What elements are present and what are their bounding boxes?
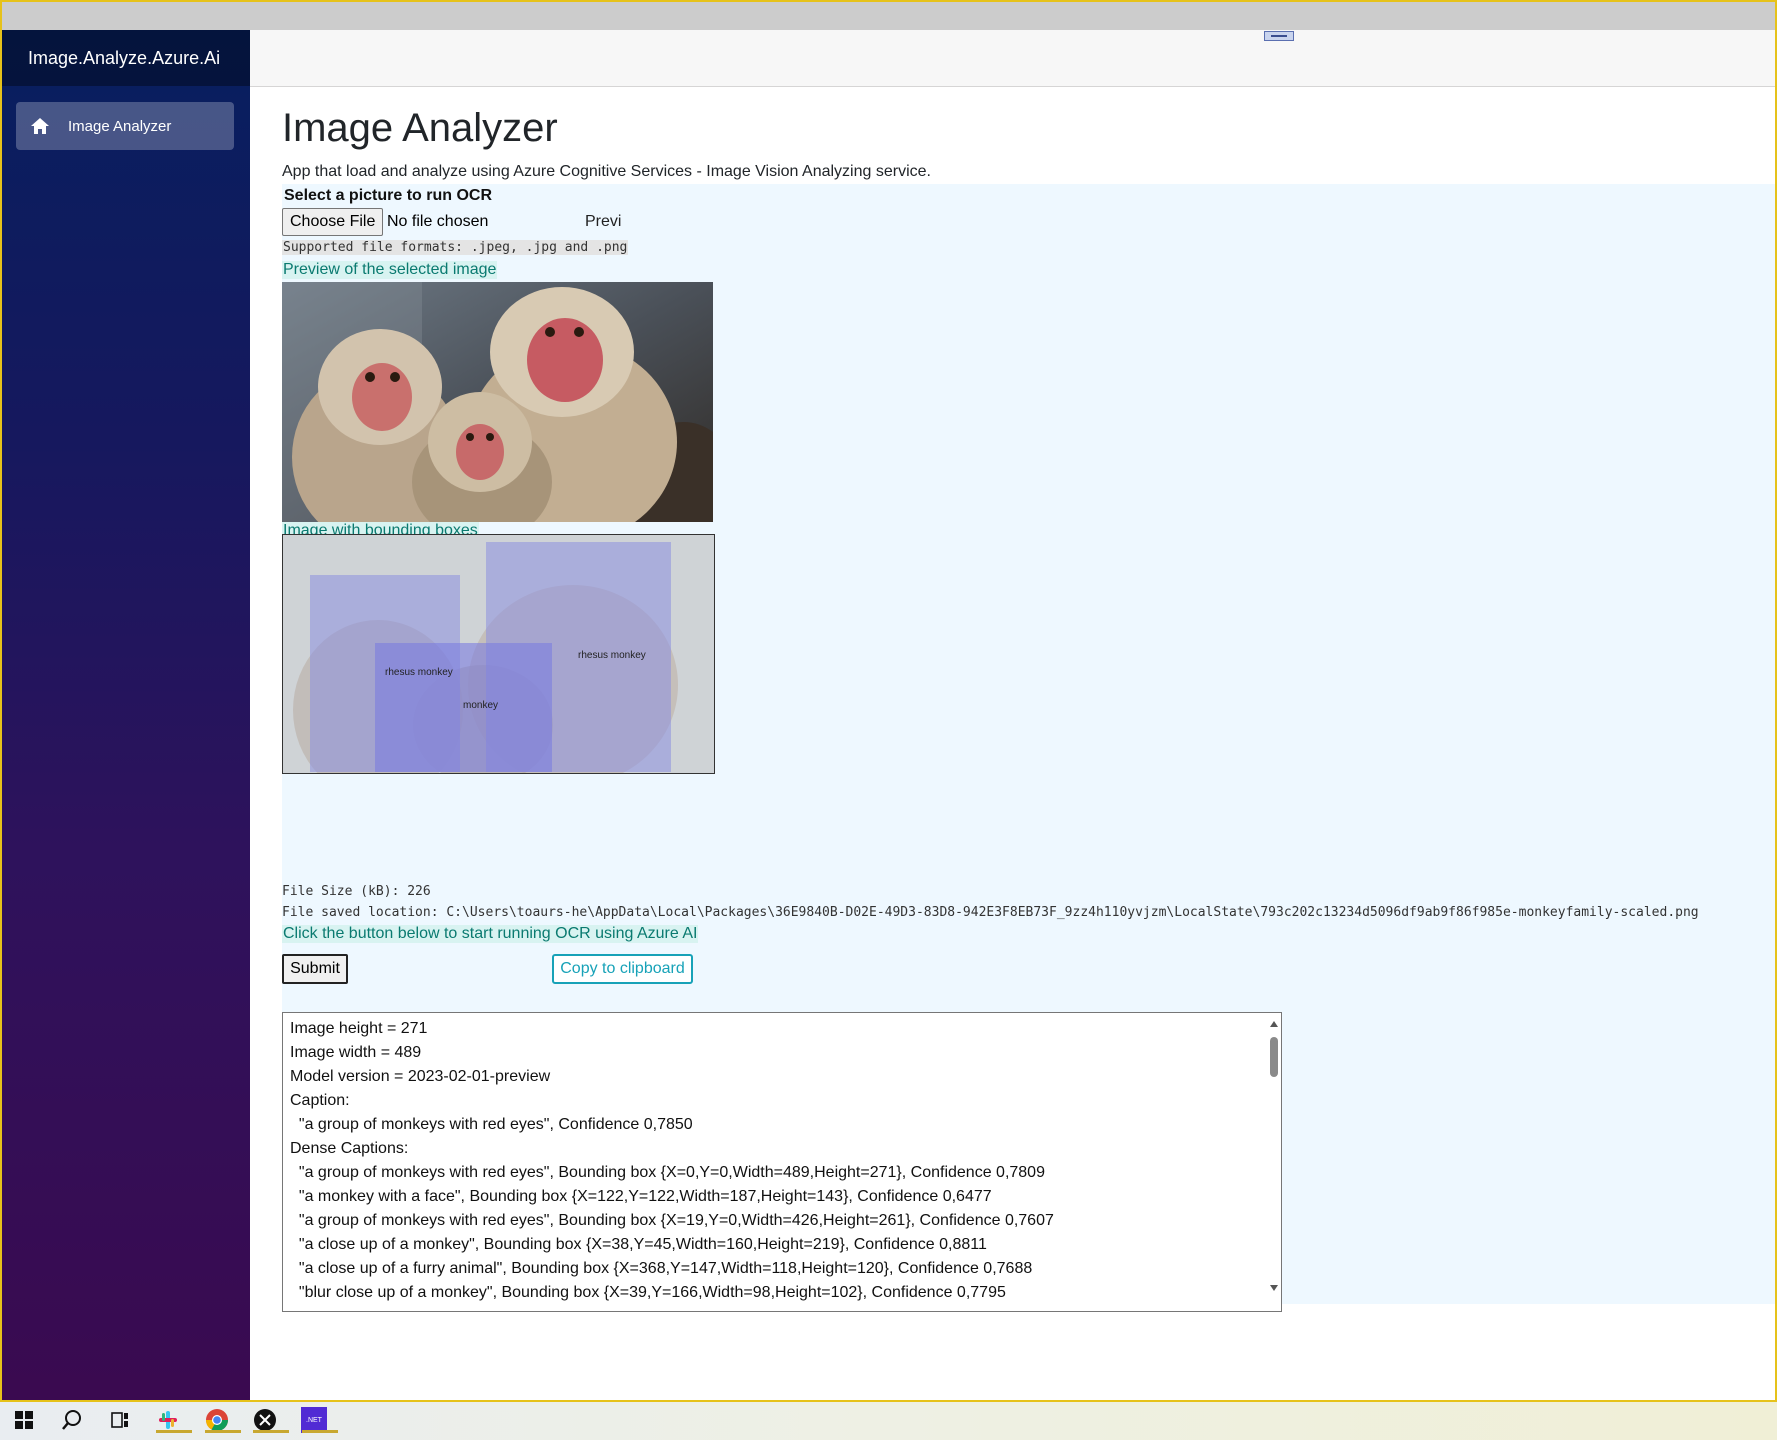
splitter-handle[interactable] xyxy=(1264,31,1294,41)
file-size-text: File Size (kB): 226 xyxy=(282,884,431,899)
bbox-label-right: rhesus monkey xyxy=(578,650,646,661)
window-titlebar[interactable] xyxy=(0,0,1777,30)
slack-active-indicator xyxy=(156,1430,192,1433)
app-brand[interactable]: Image.Analyze.Azure.Ai xyxy=(2,30,250,86)
analyzer-panel: Select a picture to run OCR Choose File … xyxy=(282,184,1775,1312)
bbox-label-center: monkey xyxy=(463,700,498,711)
file-location-text: File saved location: C:\Users\toaurs-he\… xyxy=(282,905,1699,920)
bbox-label-left: rhesus monkey xyxy=(385,667,453,678)
task-view-icon[interactable] xyxy=(106,1406,134,1434)
chrome-active-indicator xyxy=(205,1430,241,1433)
chrome-icon[interactable] xyxy=(203,1406,241,1434)
supported-formats-note: Supported file formats: .jpeg, .jpg and … xyxy=(282,240,629,255)
sidebar-item-image-analyzer[interactable]: Image Analyzer xyxy=(16,102,234,150)
preview-image xyxy=(282,282,713,522)
bounding-box-image: rhesus monkey rhesus monkey monkey xyxy=(282,534,715,774)
dotnet-icon[interactable]: .NET xyxy=(300,1406,338,1434)
dotnet-active-indicator xyxy=(302,1430,338,1433)
slack-icon[interactable] xyxy=(154,1406,192,1434)
file-status-text: No file chosen xyxy=(387,213,489,230)
choose-file-button[interactable]: Choose File xyxy=(282,208,384,236)
page-subtitle: App that load and analyze using Azure Co… xyxy=(282,163,931,180)
result-textarea[interactable]: Image height = 271 Image width = 489 Mod… xyxy=(282,1012,1282,1312)
result-text: Image height = 271 Image width = 489 Mod… xyxy=(290,1020,1054,1301)
result-scrollbar[interactable] xyxy=(1267,1013,1281,1311)
search-icon[interactable] xyxy=(58,1406,86,1434)
copy-to-clipboard-button[interactable]: Copy to clipboard xyxy=(552,954,693,984)
submit-button[interactable]: Submit xyxy=(282,954,348,984)
home-icon xyxy=(30,115,52,137)
taskbar: .NET xyxy=(0,1400,1777,1440)
top-bar xyxy=(250,30,1775,87)
scroll-thumb[interactable] xyxy=(1270,1037,1278,1077)
preview-caption: Preview of the selected image xyxy=(282,261,498,279)
scroll-down-icon[interactable] xyxy=(1270,1285,1278,1291)
sidebar-item-label: Image Analyzer xyxy=(68,117,172,135)
scroll-up-icon[interactable] xyxy=(1270,1021,1278,1027)
sidebar: Image.Analyze.Azure.Ai Image Analyzer xyxy=(2,30,250,1400)
main-content: Image Analyzer App that load and analyze… xyxy=(250,86,1775,1400)
preview-tab-label: Previ xyxy=(585,213,622,230)
x-app-active-indicator xyxy=(253,1430,289,1433)
x-app-icon[interactable] xyxy=(251,1406,289,1434)
run-hint: Click the button below to start running … xyxy=(282,925,699,943)
windows-start-icon[interactable] xyxy=(10,1406,38,1434)
select-picture-label: Select a picture to run OCR xyxy=(284,187,493,204)
page-title: Image Analyzer xyxy=(282,106,558,150)
